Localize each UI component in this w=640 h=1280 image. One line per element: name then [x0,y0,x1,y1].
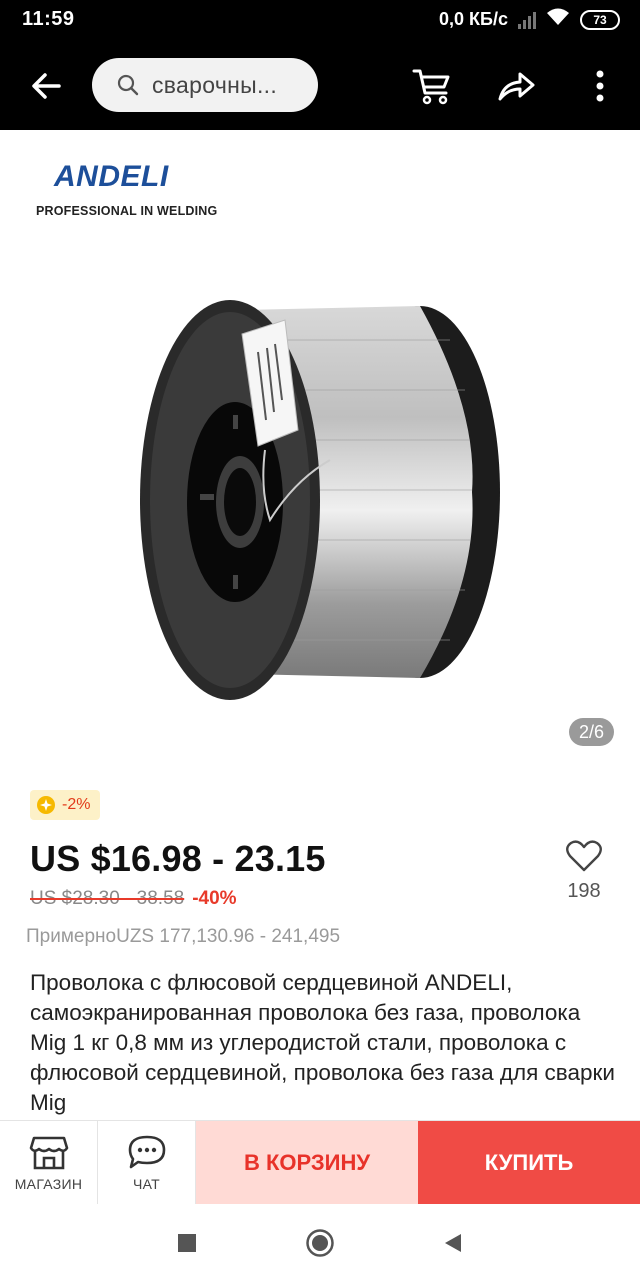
coin-discount-badge: -2% [30,790,101,820]
status-time: 11:59 [22,8,75,30]
add-to-cart-button[interactable]: В КОРЗИНУ [196,1121,418,1205]
signal-icon [518,11,536,29]
gallery-counter: 2/6 [568,718,614,746]
brand-logo: ANDELI PROFESSIONAL IN WELDING [36,160,217,218]
status-icons: 0,0 КБ/с 73 [439,8,620,31]
share-icon [498,72,535,101]
store-icon [29,1136,68,1170]
network-speed: 0,0 КБ/с [439,9,508,29]
heart-icon [566,840,602,872]
old-price: US $28.30 - 38.58 [30,888,185,909]
product-image [120,280,520,700]
chat-label: ЧАТ [132,1176,161,1192]
wifi-icon [546,8,570,31]
bottom-action-bar: МАГАЗИН ЧАТ В КОРЗИНУ КУПИТЬ [0,1120,640,1205]
wishlist-count: 198 [567,880,601,902]
system-back-button[interactable] [436,1226,470,1260]
old-price-row: US $28.30 - 38.58 -40% [30,888,237,910]
store-label: МАГАЗИН [14,1176,83,1192]
triangle-back-icon [445,1234,461,1252]
battery-icon: 73 [580,9,620,30]
back-arrow-icon [32,73,61,99]
coin-icon [37,796,55,814]
brand-name: ANDELI [54,160,169,193]
share-button[interactable] [494,64,538,108]
product-gallery[interactable]: ANDELI PROFESSIONAL IN WELDING 2/6 [0,130,640,760]
wire-spool-image [140,300,500,700]
wishlist-button[interactable]: 198 [558,840,610,903]
discount-percent: -40% [192,888,237,909]
square-icon [178,1234,196,1252]
system-nav-bar [0,1204,640,1280]
more-vert-icon [596,70,604,102]
search-icon [117,74,139,96]
approx-local-price: ПримерноUZS 177,130.96 - 241,495 [26,926,341,947]
home-button[interactable] [303,1226,337,1260]
cart-icon [412,69,450,105]
search-text: сварочны... [152,71,278,98]
coin-discount-text: -2% [62,796,91,813]
search-input[interactable]: сварочны... [92,58,318,112]
cart-button[interactable] [410,64,454,108]
product-title: Проволока с флюсовой сердцевиной ANDELI,… [30,970,615,1115]
back-button[interactable] [26,66,66,106]
store-button[interactable]: МАГАЗИН [0,1121,98,1205]
circle-icon [306,1229,334,1257]
buy-now-button[interactable]: КУПИТЬ [418,1121,640,1205]
brand-tagline: PROFESSIONAL IN WELDING [36,204,218,218]
recents-button[interactable] [170,1226,204,1260]
product-screen: 11:59 0,0 КБ/с 73 сварочны... ANDELI PRO… [0,0,640,1280]
more-button[interactable] [578,64,622,108]
chat-icon [128,1135,165,1169]
product-price: US $16.98 - 23.15 [30,838,326,879]
chat-button[interactable]: ЧАТ [98,1121,196,1205]
top-bar: 11:59 0,0 КБ/с 73 сварочны... [0,0,640,130]
